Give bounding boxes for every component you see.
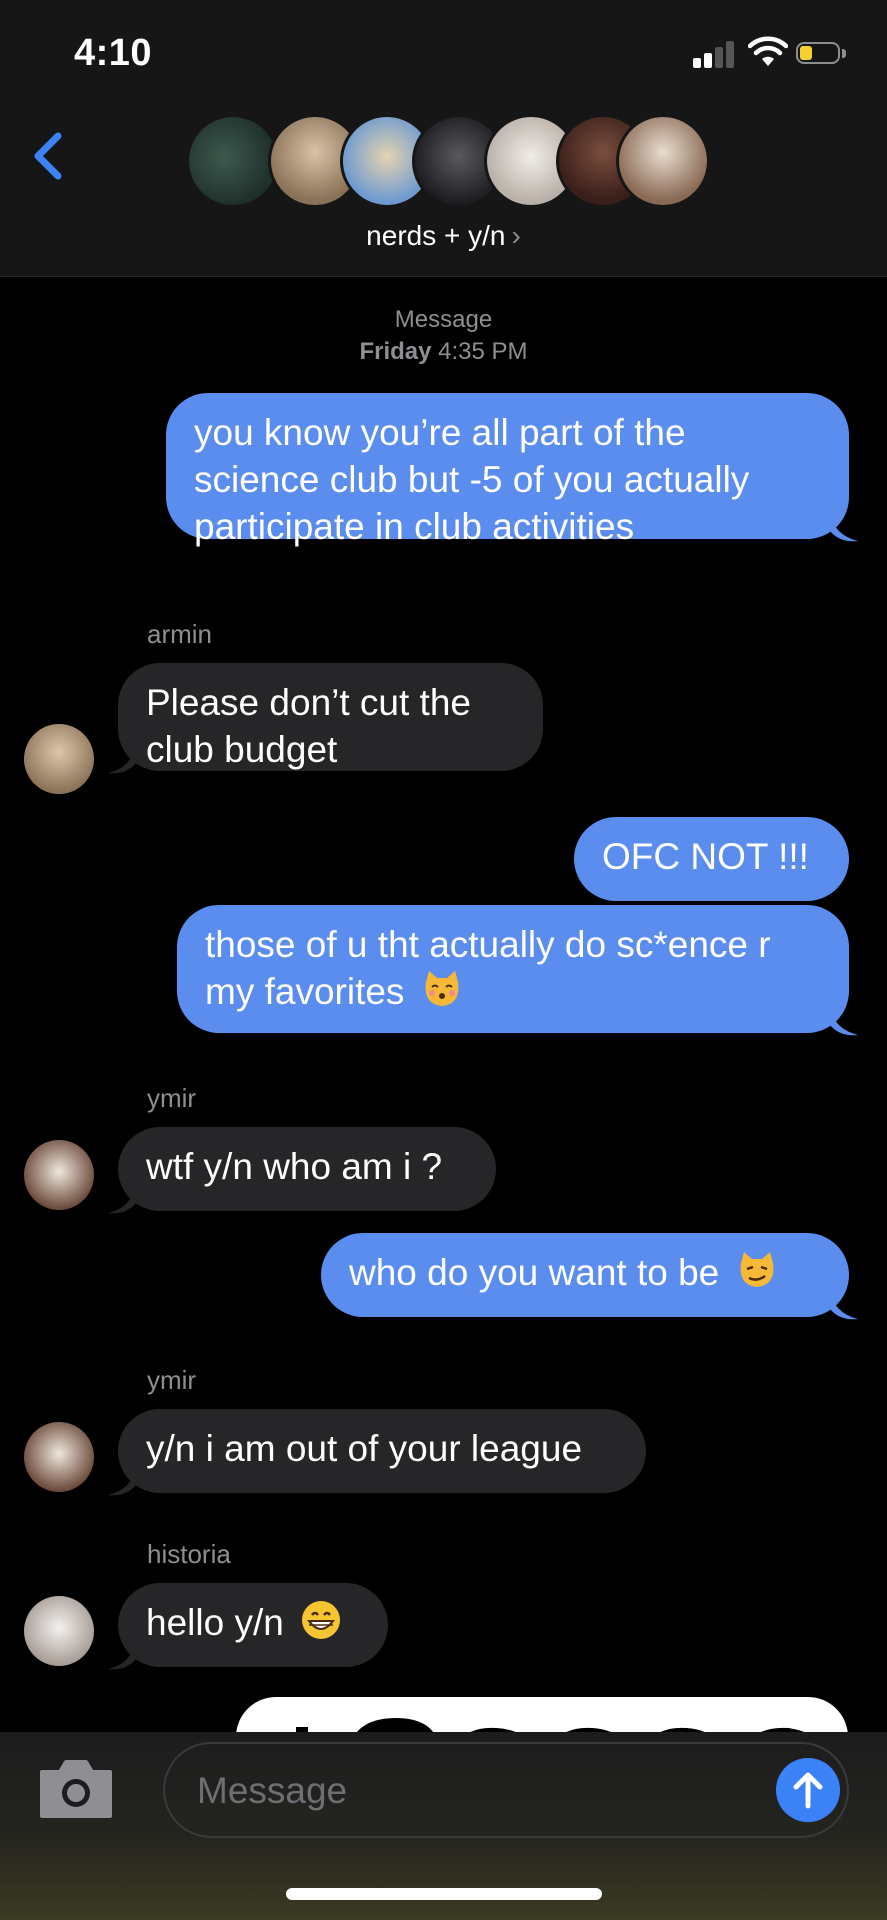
- smirk-cat-emoji: [740, 1252, 773, 1287]
- send-arrow-icon[interactable]: [776, 1758, 840, 1822]
- group-name-label: nerds + y/n: [366, 220, 506, 251]
- meta-label: Message: [394, 306, 493, 333]
- bubble-tail: [108, 1467, 136, 1496]
- bubble-tail: [830, 1007, 858, 1036]
- group-avatars[interactable]: [186, 114, 710, 208]
- avatar-armin[interactable]: [24, 724, 94, 794]
- bubble-tail: [830, 513, 858, 542]
- group-name[interactable]: nerds + y/n ›: [0, 220, 887, 252]
- chevron-right-icon: ›: [511, 220, 521, 251]
- message-text: you know you’re all part of the science …: [194, 412, 750, 547]
- message-thread[interactable]: Message Friday 4:35 PM you know you’re a…: [0, 277, 887, 1732]
- status-bar: 4:10: [0, 0, 887, 110]
- incoming-message[interactable]: y/n i am out of your league: [118, 1409, 646, 1493]
- sender-name: armin: [147, 619, 213, 649]
- meta-day: Friday: [359, 338, 432, 365]
- avatar: [186, 114, 280, 208]
- message-input-container[interactable]: [163, 1742, 849, 1838]
- battery-icon: [796, 42, 848, 68]
- sender-name: ymir: [147, 1365, 197, 1395]
- thread-meta: Message Friday 4:35 PM: [0, 304, 887, 368]
- outgoing-message[interactable]: OFC NOT !!!: [574, 817, 849, 901]
- message-text: who do you want to be: [349, 1252, 720, 1293]
- cellular-signal-icon: [693, 40, 737, 68]
- message-text: wtf y/n who am i ?: [146, 1146, 443, 1187]
- outgoing-message[interactable]: you know you’re all part of the science …: [166, 393, 849, 547]
- message-input[interactable]: [195, 1764, 739, 1818]
- image-message-content: [296, 1717, 804, 1732]
- message-text: hello y/n: [146, 1602, 284, 1643]
- conversation-header: nerds + y/n ›: [0, 110, 887, 277]
- home-indicator[interactable]: [286, 1888, 602, 1900]
- bubble-tail: [830, 1291, 858, 1320]
- message-text: OFC NOT !!!: [602, 836, 809, 877]
- kissing-cat-emoji: [425, 971, 459, 1006]
- grin-emoji: [302, 1601, 341, 1639]
- incoming-message[interactable]: hello y/n: [118, 1583, 388, 1667]
- incoming-message[interactable]: wtf y/n who am i ?: [118, 1127, 496, 1211]
- meta-time: 4:35 PM: [438, 338, 528, 365]
- message-text: y/n i am out of your league: [146, 1428, 583, 1469]
- outgoing-message[interactable]: who do you want to be: [321, 1233, 849, 1317]
- avatar-ymir[interactable]: [24, 1422, 94, 1492]
- avatar-historia[interactable]: [24, 1596, 94, 1666]
- avatar: [616, 114, 710, 208]
- bubble-tail: [108, 745, 136, 774]
- avatar-ymir[interactable]: [24, 1140, 94, 1210]
- wifi-icon: [748, 36, 788, 66]
- camera-icon[interactable]: [38, 1758, 114, 1820]
- status-time: 4:10: [74, 32, 153, 74]
- message-text: those of u tht actually do sc*ence r my …: [205, 924, 771, 1012]
- bubble-tail: [108, 1185, 136, 1214]
- message-text: Please don’t cut the club budget: [146, 682, 471, 770]
- sender-name: historia: [147, 1539, 231, 1569]
- outgoing-message[interactable]: those of u tht actually do sc*ence r my …: [177, 905, 849, 1033]
- compose-bar: [0, 1732, 887, 1920]
- incoming-message[interactable]: Please don’t cut the club budget: [118, 663, 543, 771]
- back-chevron-icon[interactable]: [24, 124, 72, 188]
- sender-name: ymir: [147, 1083, 197, 1113]
- image-message-partial[interactable]: [236, 1697, 848, 1732]
- bubble-tail: [108, 1641, 136, 1670]
